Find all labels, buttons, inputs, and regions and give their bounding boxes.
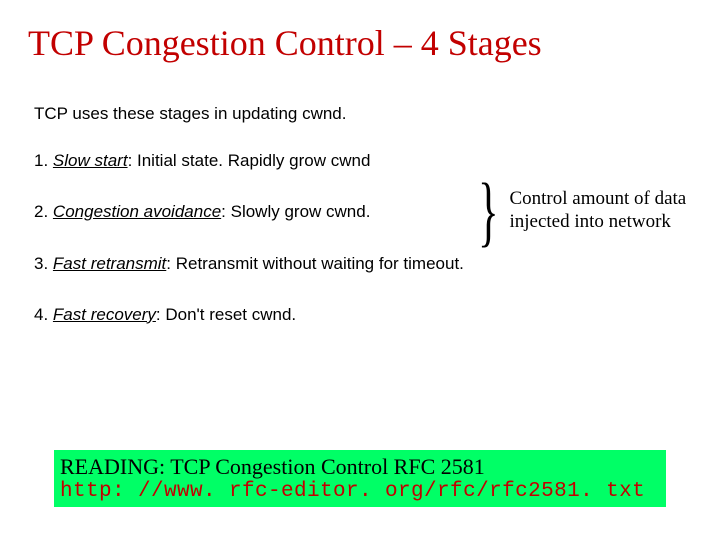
stage-4: 4. Fast recovery: Don't reset cwnd.: [34, 304, 692, 325]
reading-box: READING: TCP Congestion Control RFC 2581…: [54, 450, 666, 507]
stage-desc: : Initial state. Rapidly grow cwnd: [128, 151, 371, 170]
reading-url: http: //www. rfc-editor. org/rfc/rfc2581…: [60, 480, 660, 503]
reading-label: READING: TCP Congestion Control RFC 2581: [60, 454, 660, 480]
stage-name: Slow start: [53, 151, 128, 170]
stage-name: Fast recovery: [53, 305, 156, 324]
stage-desc: : Slowly grow cwnd.: [221, 202, 370, 221]
stage-name: Fast retransmit: [53, 254, 166, 273]
slide: TCP Congestion Control – 4 Stages TCP us…: [0, 0, 720, 540]
stage-num: 3.: [34, 254, 48, 273]
brace-icon: }: [478, 176, 499, 246]
stage-num: 4.: [34, 305, 48, 324]
stage-num: 2.: [34, 202, 48, 221]
stage-name: Congestion avoidance: [53, 202, 221, 221]
page-title: TCP Congestion Control – 4 Stages: [28, 22, 692, 64]
stage-desc: : Don't reset cwnd.: [156, 305, 296, 324]
brace-note: Control amount of data injected into net…: [509, 188, 704, 234]
stage-desc: : Retransmit without waiting for timeout…: [166, 254, 464, 273]
stage-num: 1.: [34, 151, 48, 170]
intro-text: TCP uses these stages in updating cwnd.: [34, 104, 692, 124]
brace-annotation: } Control amount of data injected into n…: [478, 166, 708, 256]
